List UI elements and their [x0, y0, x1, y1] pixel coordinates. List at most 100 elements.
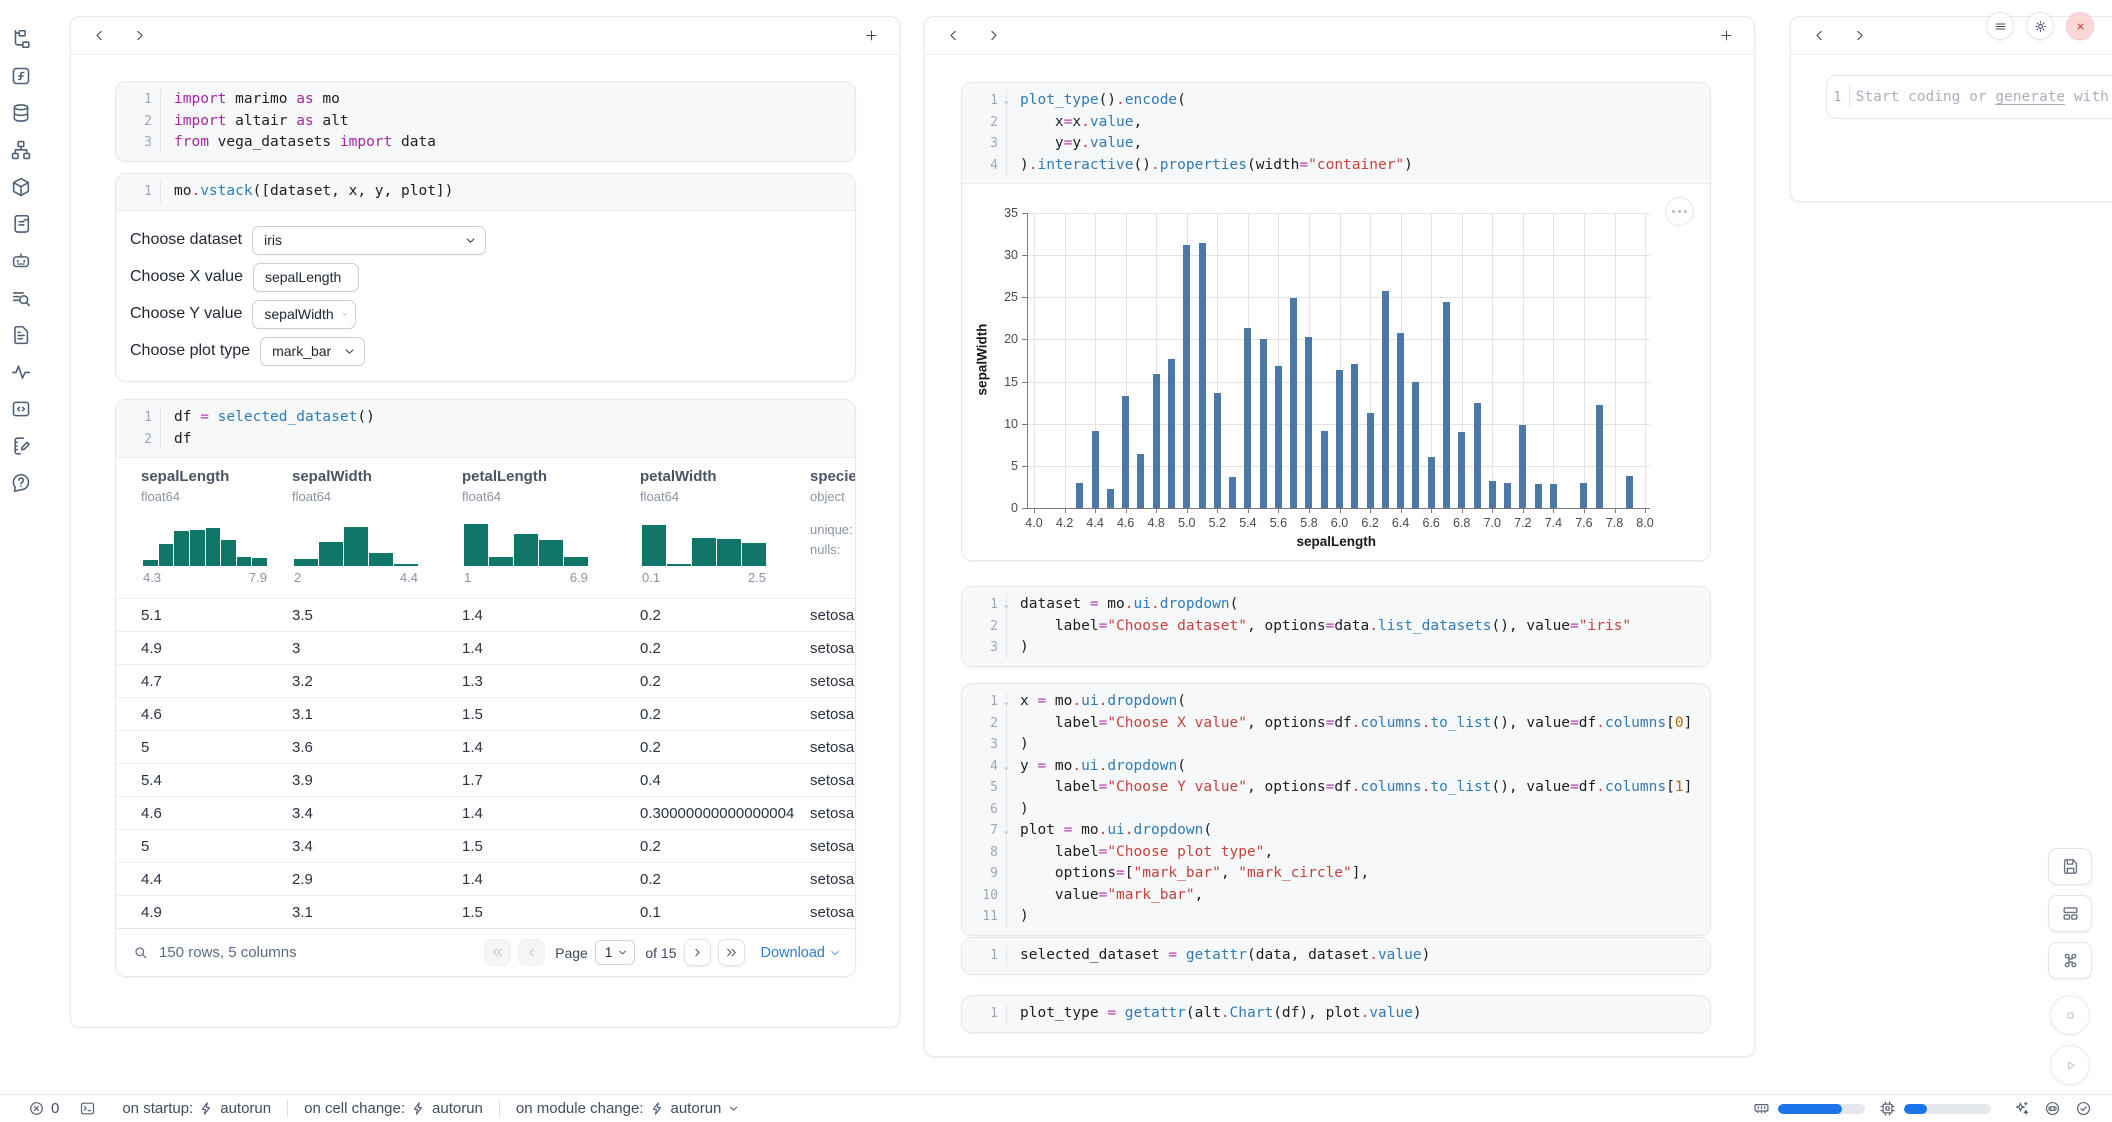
download-button[interactable]: Download: [761, 945, 842, 961]
chatbot-icon[interactable]: [10, 250, 32, 272]
memory-usage[interactable]: [1753, 1100, 1865, 1117]
chart-bar: [1367, 413, 1374, 508]
column-histogram[interactable]: [464, 520, 588, 566]
column-header-sepalWidth[interactable]: sepalWidth: [292, 468, 372, 485]
close-app-button[interactable]: [2066, 12, 2094, 40]
code-line: 2 label="Choose X value", options=df.col…: [962, 713, 1710, 735]
code-editor-selected[interactable]: 1selected_dataset = getattr(data, datase…: [962, 938, 1710, 974]
column-histogram[interactable]: [294, 520, 418, 566]
empty-cell-editor[interactable]: 1 Start coding or generate with AI: [1826, 75, 2112, 119]
save-button[interactable]: [2048, 848, 2092, 885]
table-row[interactable]: 4.63.41.40.30000000000000004setosa: [116, 796, 855, 829]
histogram-range: 0.12.5: [642, 570, 766, 585]
table-row[interactable]: 4.73.21.30.2setosa: [116, 664, 855, 697]
scratchpad-icon[interactable]: [10, 435, 32, 457]
add-column-button[interactable]: [859, 24, 883, 48]
database-icon[interactable]: [10, 102, 32, 124]
search-icon[interactable]: [132, 944, 149, 961]
column-type: float64: [141, 489, 180, 504]
code-editor-vstack[interactable]: 1mo.vstack([dataset, x, y, plot]): [116, 174, 855, 211]
code-line: 1plot_type = getattr(alt.Chart(df), plot…: [962, 1003, 1710, 1025]
code-line: 1import marimo as mo: [116, 89, 855, 111]
table-row[interactable]: 4.931.40.2setosa: [116, 631, 855, 664]
add-column-button[interactable]: [1714, 24, 1738, 48]
generate-link[interactable]: generate: [1995, 89, 2065, 105]
last-page-button[interactable]: [718, 939, 745, 966]
code-editor-dataset[interactable]: 1⌄dataset = mo.ui.dropdown(2 label="Choo…: [962, 587, 1710, 666]
table-cell: 0.2: [640, 599, 661, 632]
chart-output[interactable]: 4.04.24.44.64.85.05.25.45.65.86.06.26.46…: [962, 184, 1710, 560]
error-count-button[interactable]: 0: [28, 1100, 59, 1117]
column-stats: unique:nulls:: [810, 520, 853, 560]
table-row[interactable]: 53.41.50.2setosa: [116, 829, 855, 862]
column-2-header: [925, 17, 1754, 55]
first-page-button[interactable]: [484, 939, 511, 966]
table-row[interactable]: 4.42.91.40.2setosa: [116, 862, 855, 895]
function-square-icon[interactable]: [10, 65, 32, 87]
on-startup-setting[interactable]: on startup: autorun: [122, 1100, 271, 1117]
code-editor-imports[interactable]: 1import marimo as mo2import altair as al…: [116, 82, 855, 161]
column-header-species[interactable]: species: [810, 468, 855, 485]
next-page-button[interactable]: [684, 939, 711, 966]
dataset-select[interactable]: iris: [252, 226, 486, 255]
y-axis-title: sepalWidth: [975, 317, 990, 401]
table-row[interactable]: 4.93.11.50.1setosa: [116, 895, 855, 928]
column-header-petalWidth[interactable]: petalWidth: [640, 468, 717, 485]
code-editor-df[interactable]: 1df = selected_dataset()2df: [116, 400, 855, 458]
command-palette-button[interactable]: [2048, 942, 2092, 979]
column-histogram[interactable]: [143, 520, 267, 566]
package-icon[interactable]: [10, 176, 32, 198]
code-editor-plottype[interactable]: 1plot_type = getattr(alt.Chart(df), plot…: [962, 996, 1710, 1032]
menu-button[interactable]: [1986, 12, 2014, 40]
tracing-icon[interactable]: [10, 361, 32, 383]
cpu-usage[interactable]: [1879, 1100, 1991, 1117]
code-editor-xyplot[interactable]: 1⌄x = mo.ui.dropdown(2 label="Choose X v…: [962, 684, 1710, 935]
line-number: 1: [1827, 90, 1841, 105]
column-move-right-button[interactable]: [981, 24, 1005, 48]
ai-assist-button[interactable]: [2013, 1100, 2030, 1117]
run-all-button[interactable]: [2050, 1045, 2090, 1085]
chart-plot-area: [1027, 213, 1650, 508]
table-row[interactable]: 4.63.11.50.2setosa: [116, 697, 855, 730]
layout-button[interactable]: [2048, 895, 2092, 932]
documentation-icon[interactable]: [10, 324, 32, 346]
on-cell-change-setting[interactable]: on cell change: autorun: [304, 1100, 483, 1117]
help-icon[interactable]: [10, 472, 32, 494]
table-row[interactable]: 53.61.40.2setosa: [116, 730, 855, 763]
logs-icon[interactable]: [10, 213, 32, 235]
vega-actions-button[interactable]: [1665, 197, 1694, 226]
column-header-petalLength[interactable]: petalLength: [462, 468, 547, 485]
list-search-icon[interactable]: [10, 287, 32, 309]
chart-bar: [1535, 484, 1542, 508]
column-move-left-button[interactable]: [87, 24, 111, 48]
column-type: object: [810, 489, 845, 504]
column-move-right-button[interactable]: [127, 24, 151, 48]
page-select[interactable]: 1: [595, 940, 636, 965]
code-editor-plot[interactable]: 1⌄plot_type().encode(2 x=x.value,3 y=y.v…: [962, 83, 1710, 184]
y-value-select[interactable]: sepalWidth: [252, 300, 356, 329]
column-move-right-button[interactable]: [1847, 24, 1871, 48]
column-move-left-button[interactable]: [941, 24, 965, 48]
snippets-icon[interactable]: [10, 398, 32, 420]
file-tree-icon[interactable]: [10, 28, 32, 50]
on-module-change-setting[interactable]: on module change: autorun: [516, 1100, 740, 1117]
column-move-left-button[interactable]: [1807, 24, 1831, 48]
prev-page-button[interactable]: [518, 939, 545, 966]
table-row[interactable]: 5.43.91.70.4setosa: [116, 763, 855, 796]
settings-gear-button[interactable]: [2026, 12, 2054, 40]
chart-bar: [1076, 483, 1083, 508]
column-header-sepalLength[interactable]: sepalLength: [141, 468, 229, 485]
histogram-range: 24.4: [294, 570, 418, 585]
terminal-button[interactable]: [79, 1100, 96, 1117]
dependency-graph-icon[interactable]: [10, 139, 32, 161]
x-value-select[interactable]: sepalLength: [253, 263, 359, 292]
stop-button[interactable]: [2050, 995, 2090, 1035]
table-cell: 1.3: [462, 665, 483, 698]
table-row[interactable]: 5.13.51.40.2setosa: [116, 598, 855, 631]
column-histogram[interactable]: [642, 520, 766, 566]
table-cell: 5.4: [141, 764, 162, 797]
x-tick-label: 6.4: [1384, 516, 1418, 530]
copilot-button[interactable]: [2044, 1100, 2061, 1117]
connection-status-button[interactable]: [2075, 1100, 2092, 1117]
plot-type-select[interactable]: mark_bar: [260, 337, 365, 366]
